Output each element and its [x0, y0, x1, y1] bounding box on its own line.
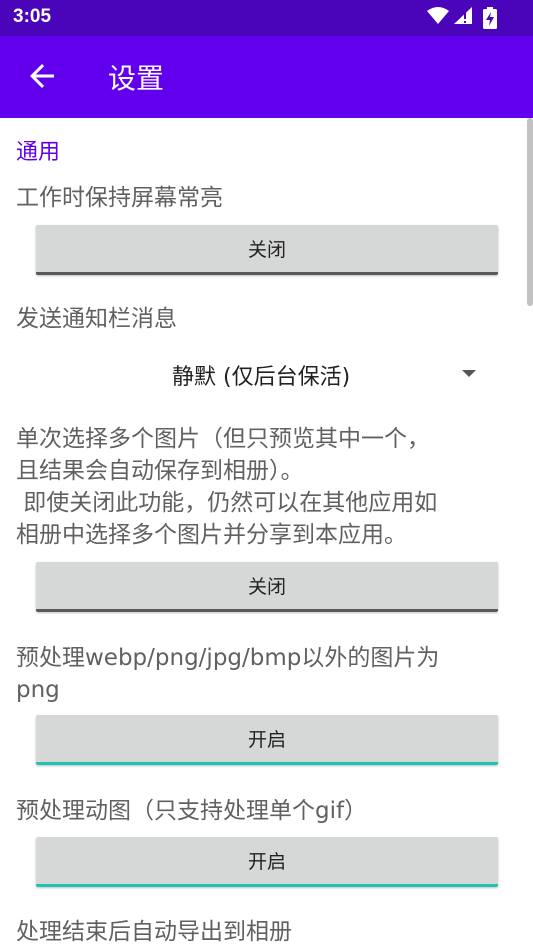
preprocess-gif-toggle[interactable]: 开启 — [36, 837, 498, 887]
status-time: 3:05 — [13, 6, 52, 27]
wifi-icon — [427, 7, 449, 24]
multi-select-label-line: 即使关闭此功能，仍然可以在其他应用如 — [16, 490, 438, 516]
signal-icon — [454, 7, 472, 24]
preprocess-format-label-line: 预处理webp/png/jpg/bmp以外的图片为 — [16, 645, 440, 671]
section-header-general: 通用 — [16, 140, 61, 165]
page-title: 设置 — [108, 62, 165, 95]
multi-select-label-line: 相册中选择多个图片并分享到本应用。 — [16, 522, 407, 548]
preprocess-format-label: 预处理webp/png/jpg/bmp以外的图片为 png — [16, 642, 516, 706]
arrow-back-icon — [30, 64, 54, 88]
preprocess-gif-label: 预处理动图（只支持处理单个gif） — [16, 798, 368, 824]
preprocess-format-toggle[interactable]: 开启 — [36, 715, 498, 765]
notification-dropdown-value: 静默 (仅后台保活) — [172, 365, 351, 390]
app-bar: 设置 — [0, 36, 533, 118]
multi-select-label-line: 且结果会自动保存到相册）。 — [16, 458, 304, 484]
back-button[interactable] — [24, 58, 60, 94]
auto-export-label: 处理结束后自动导出到相册 — [16, 919, 292, 945]
notification-dropdown[interactable]: 静默 (仅后台保活) — [36, 354, 498, 394]
status-bar: 3:05 — [0, 0, 533, 36]
multi-select-toggle[interactable]: 关闭 — [36, 562, 498, 612]
multi-select-label-line: 单次选择多个图片（但只预览其中一个， — [16, 426, 430, 452]
dropdown-arrow-icon — [462, 370, 476, 377]
keep-screen-on-toggle[interactable]: 关闭 — [36, 225, 498, 275]
settings-list[interactable]: 通用 工作时保持屏幕常亮 关闭 发送通知栏消息 静默 (仅后台保活) 单次选择多… — [0, 118, 533, 948]
keep-screen-on-label: 工作时保持屏幕常亮 — [16, 185, 223, 211]
battery-charging-icon — [483, 7, 497, 29]
scrollbar[interactable] — [527, 118, 533, 306]
multi-select-label: 单次选择多个图片（但只预览其中一个， 且结果会自动保存到相册）。 即使关闭此功能… — [16, 423, 516, 551]
notification-label: 发送通知栏消息 — [16, 306, 177, 332]
preprocess-format-label-line: png — [16, 677, 60, 703]
